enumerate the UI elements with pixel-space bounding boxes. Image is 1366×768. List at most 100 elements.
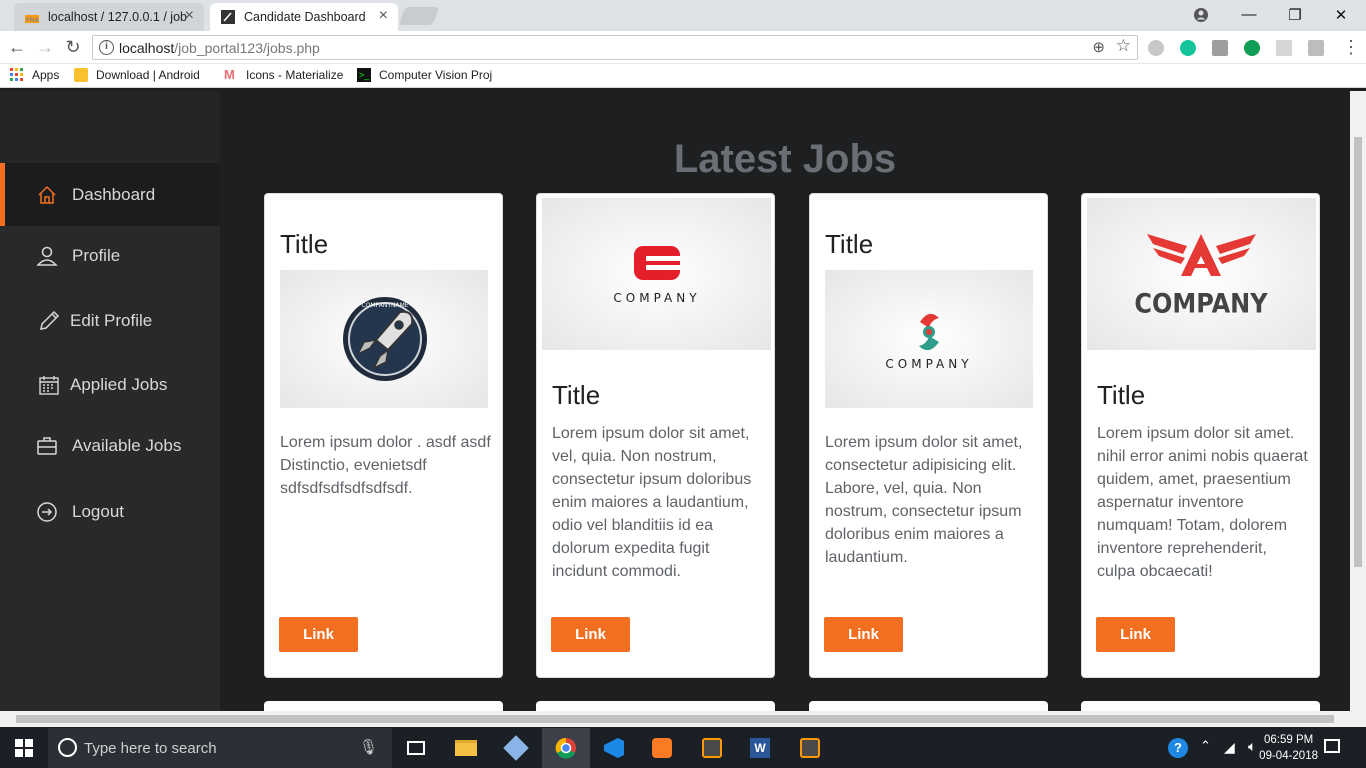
user-icon — [36, 246, 58, 266]
page-viewport: Dashboard Profile Edit Profile Applied J… — [0, 91, 1350, 711]
close-tab-icon[interactable]: × — [185, 8, 194, 24]
profile-icon[interactable] — [1178, 0, 1224, 29]
materialize-icon: M — [224, 67, 235, 82]
browser-tab-strip: PMA localhost / 127.0.0.1 / job × Candid… — [0, 0, 1366, 31]
extension-icon[interactable] — [1308, 40, 1324, 56]
briefcase-icon — [37, 436, 57, 455]
tab-label: localhost / 127.0.0.1 / job — [48, 10, 187, 24]
sidebar-header — [0, 91, 220, 163]
grammarly-extension-icon[interactable] — [1180, 40, 1196, 56]
taskbar-search-input[interactable]: Type here to search 🎙︎ — [48, 728, 392, 768]
microphone-icon[interactable]: 🎙︎ — [359, 738, 378, 756]
bookmark-computer-vision[interactable]: >_ Computer Vision Proj — [357, 68, 493, 82]
card-title: Title — [552, 380, 601, 410]
windows-taskbar: Type here to search 🎙︎ W ? ⌃ ◢ 🔈︎ 06:59 … — [0, 728, 1366, 768]
taskbar-clock[interactable]: 06:59 PM 09-04-2018 — [1259, 732, 1318, 764]
sidebar-item-logout[interactable]: Logout — [0, 480, 220, 543]
vertical-scrollbar[interactable] — [1350, 91, 1366, 727]
extension-icon[interactable] — [1244, 40, 1260, 56]
svg-text:PMA: PMA — [26, 17, 40, 24]
bookmark-star-icon[interactable]: ☆ — [1116, 36, 1131, 56]
cortana-icon — [58, 738, 77, 757]
sidebar-item-edit-profile[interactable]: Edit Profile — [0, 289, 220, 352]
job-card-partial — [264, 701, 503, 711]
sidebar-item-available-jobs[interactable]: Available Jobs — [0, 414, 220, 477]
company-logo-image: COMPANYNAME — [280, 270, 488, 408]
logo-text: COMPANY — [613, 291, 700, 305]
bookmark-apps[interactable]: Apps — [10, 68, 59, 82]
scroll-thumb[interactable] — [16, 715, 1334, 723]
clock-time: 06:59 PM — [1263, 734, 1314, 746]
job-card: Title COMPANYNAME Lorem ipsum dolor . as… — [264, 193, 503, 678]
url-path: /job_portal123/jobs.php — [174, 39, 320, 56]
close-window-button[interactable]: ✕ — [1318, 0, 1364, 29]
vscode-icon[interactable] — [590, 728, 638, 768]
bookmark-label: Apps — [32, 68, 60, 82]
skype-extension-icon[interactable] — [1148, 40, 1164, 56]
sublime-icon[interactable] — [688, 728, 736, 768]
forward-icon[interactable]: → — [34, 37, 56, 58]
logo-text: COMPANYNAME — [361, 302, 408, 309]
job-card: Title COMPANY Lorem ipsum dolor sit amet… — [809, 193, 1048, 678]
sublime-icon[interactable] — [786, 728, 834, 768]
job-card: COMPANY Title Lorem ipsum dolor sit amet… — [1081, 193, 1320, 678]
help-icon[interactable]: ? — [1168, 738, 1188, 758]
task-view-icon[interactable] — [392, 728, 440, 768]
windows-start-icon[interactable] — [0, 728, 48, 768]
word-icon[interactable]: W — [736, 728, 784, 768]
clock-date: 09-04-2018 — [1259, 750, 1318, 762]
bookmark-label: Icons - Materialize — [246, 68, 344, 82]
sidebar-item-profile[interactable]: Profile — [0, 224, 220, 287]
address-toolbar: ← → ↻ i localhost/job_portal123/jobs.php… — [0, 31, 1366, 64]
sidebar-item-dashboard[interactable]: Dashboard — [0, 163, 220, 226]
company-e-logo-icon: COMPANY — [613, 246, 700, 305]
xampp-icon[interactable] — [638, 728, 686, 768]
tab-phpmyadmin[interactable]: PMA localhost / 127.0.0.1 / job × — [14, 3, 204, 31]
volume-icon[interactable]: 🔈︎ — [1248, 738, 1256, 755]
card-title: Title — [280, 229, 329, 259]
zoom-icon[interactable]: ⊕ — [1092, 38, 1105, 56]
company-wings-logo-icon: COMPANY — [1134, 234, 1268, 319]
sidebar-item-label: Applied Jobs — [70, 374, 168, 394]
notifications-icon[interactable] — [1324, 739, 1340, 753]
horizontal-scrollbar[interactable] — [0, 711, 1350, 727]
new-tab-button[interactable] — [398, 7, 440, 25]
url-host: localhost — [119, 39, 175, 56]
chrome-icon[interactable] — [542, 728, 590, 768]
sidebar-item-label: Available Jobs — [72, 435, 182, 455]
logout-icon — [37, 501, 57, 522]
minimize-button[interactable]: — — [1226, 0, 1272, 29]
url-input[interactable]: i localhost/job_portal123/jobs.php ⊕ ☆ — [92, 35, 1138, 60]
company-logo-image: COMPANY — [542, 198, 771, 350]
file-explorer-icon[interactable] — [442, 728, 490, 768]
sidebar-item-applied-jobs[interactable]: Applied Jobs — [0, 353, 220, 416]
extension-icon[interactable] — [1276, 40, 1292, 56]
restore-button[interactable]: ❐ — [1272, 0, 1318, 29]
close-tab-icon[interactable]: × — [379, 8, 388, 24]
card-link-button[interactable]: Link — [279, 617, 358, 652]
site-info-icon[interactable]: i — [99, 40, 114, 55]
sidebar-item-label: Logout — [72, 501, 124, 521]
bookmark-download-android[interactable]: Download | Android — [74, 68, 210, 82]
tab-candidate-dashboard[interactable]: Candidate Dashboard × — [210, 3, 398, 31]
back-icon[interactable]: ← — [6, 37, 28, 58]
phpmyadmin-icon: PMA — [25, 15, 40, 24]
sidebar: Dashboard Profile Edit Profile Applied J… — [0, 91, 220, 711]
app-cube-icon[interactable] — [492, 728, 540, 768]
page-title: Latest Jobs — [673, 137, 897, 181]
card-link-button[interactable]: Link — [1096, 617, 1175, 652]
home-icon — [38, 185, 56, 204]
job-card: COMPANY Title Lorem ipsum dolor sit amet… — [536, 193, 775, 678]
card-description: Lorem ipsum dolor sit amet, vel, quia. N… — [552, 425, 752, 580]
show-hidden-icons-icon[interactable]: ⌃ — [1200, 738, 1211, 754]
reload-icon[interactable]: ↻ — [62, 37, 84, 58]
logo-text: COMPANY — [1134, 288, 1268, 318]
extension-icon[interactable] — [1212, 40, 1228, 56]
bookmark-icons-materialize[interactable]: M Icons - Materialize — [224, 67, 344, 83]
wifi-icon[interactable]: ◢ — [1224, 739, 1235, 756]
card-link-button[interactable]: Link — [551, 617, 630, 652]
search-placeholder: Type here to search — [84, 739, 217, 757]
card-link-button[interactable]: Link — [824, 617, 903, 652]
menu-icon[interactable]: ⋮ — [1342, 37, 1360, 58]
scroll-thumb[interactable] — [1354, 137, 1362, 567]
